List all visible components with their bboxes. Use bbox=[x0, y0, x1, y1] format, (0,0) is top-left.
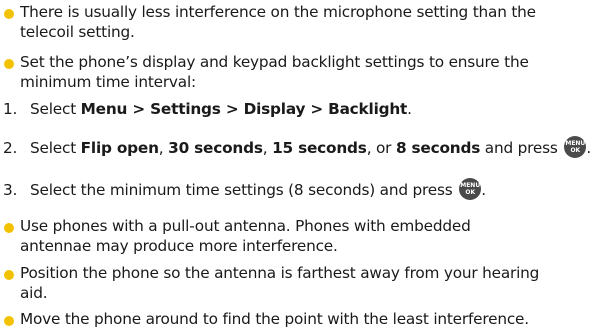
bullet-icon bbox=[4, 59, 14, 69]
step-number: 1. bbox=[3, 100, 18, 118]
bullet-text-line: antennae may produce more interference. bbox=[20, 237, 338, 255]
menu-ok-key-icon: MENU OK bbox=[459, 178, 482, 200]
menu-ok-key-icon: MENU OK bbox=[564, 136, 587, 158]
bullet-icon bbox=[4, 270, 14, 280]
bullet-icon bbox=[4, 223, 14, 233]
step-text: Select Menu > Settings > Display > Backl… bbox=[30, 100, 412, 118]
bullet-text-line: telecoil setting. bbox=[20, 23, 135, 41]
step-number: 2. bbox=[3, 139, 18, 157]
step-text: Select the minimum time settings (8 seco… bbox=[30, 178, 486, 200]
bullet-text-line: minimum time interval: bbox=[20, 73, 196, 91]
bullet-icon bbox=[4, 316, 14, 326]
bullet-text-line: Use phones with a pull-out antenna. Phon… bbox=[20, 217, 471, 235]
bullet-text-line: There is usually less interference on th… bbox=[20, 3, 536, 21]
manual-page: There is usually less interference on th… bbox=[0, 0, 595, 329]
bullet-icon bbox=[4, 9, 14, 19]
step-text: Select Flip open, 30 seconds, 15 seconds… bbox=[30, 136, 591, 158]
bullet-text-line: Move the phone around to find the point … bbox=[20, 310, 529, 328]
step-number: 3. bbox=[3, 181, 18, 199]
bullet-text-line: aid. bbox=[20, 284, 48, 302]
bullet-text-line: Position the phone so the antenna is far… bbox=[20, 264, 540, 282]
bullet-text-line: Set the phone’s display and keypad backl… bbox=[20, 53, 529, 71]
